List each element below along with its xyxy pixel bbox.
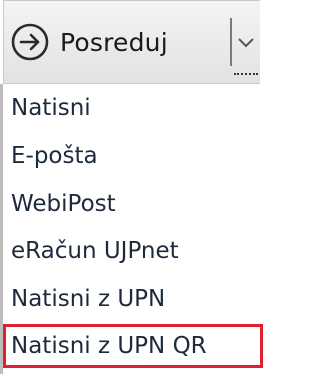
posreduj-split-button: Posreduj <box>3 0 260 84</box>
posreduj-label: Posreduj <box>60 27 168 57</box>
posreduj-menu: Natisni E-pošta WebiPost eRačun UJPnet N… <box>0 84 263 374</box>
posreduj-dropdown: Posreduj Natisni E-pošta WebiPost eRačun… <box>0 0 263 374</box>
posreduj-button[interactable]: Posreduj <box>4 1 230 83</box>
posreduj-dropdown-toggle[interactable] <box>232 1 260 83</box>
menu-item-natisni-z-upn-qr[interactable]: Natisni z UPN QR <box>3 324 263 368</box>
menu-item-eracun-ujpnet[interactable]: eRačun UJPnet <box>3 229 260 273</box>
menu-item-webipost[interactable]: WebiPost <box>3 182 260 226</box>
menu-item-natisni[interactable]: Natisni <box>3 86 260 130</box>
focus-dots <box>234 71 258 75</box>
chevron-down-icon <box>238 38 254 48</box>
menu-item-e-posta[interactable]: E-pošta <box>3 134 260 178</box>
menu-item-natisni-z-upn[interactable]: Natisni z UPN <box>3 277 260 321</box>
arrow-right-circle-icon <box>11 23 49 61</box>
